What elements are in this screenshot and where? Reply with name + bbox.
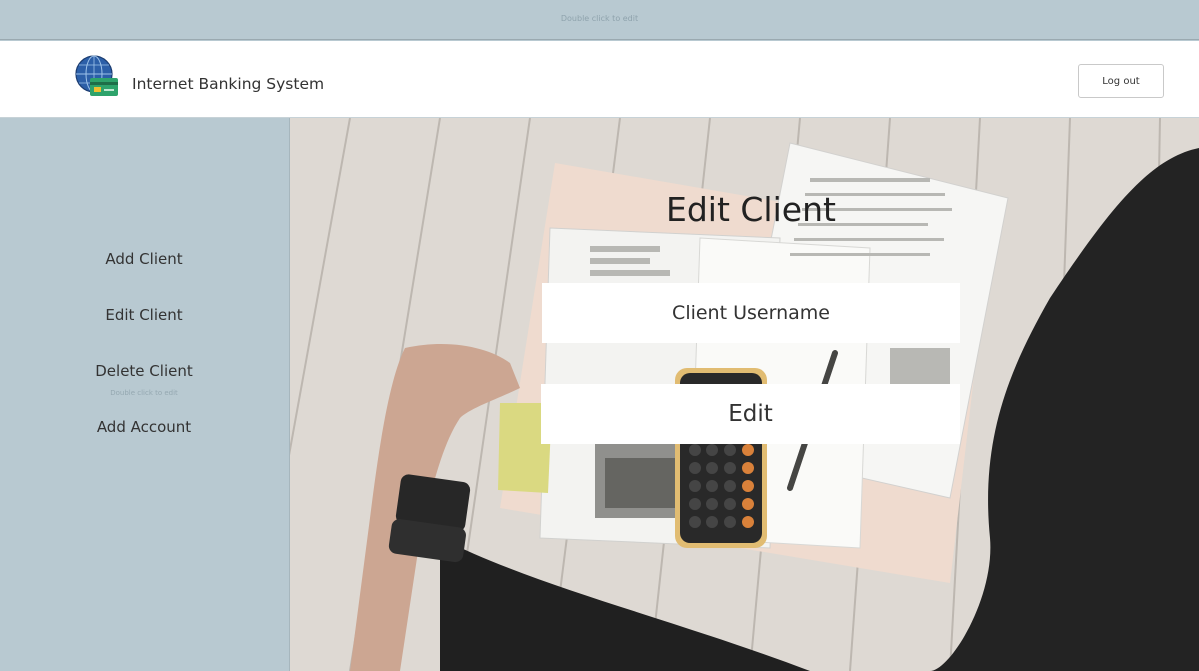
sidebar-item-edit-client[interactable]: Edit Client [0, 306, 288, 324]
edit-hint-text: Double click to edit [560, 14, 639, 23]
edit-button[interactable]: Edit [541, 384, 960, 444]
client-username-input[interactable] [542, 283, 960, 343]
sidebar: Add Client Edit Client Delete Client Dou… [0, 118, 290, 671]
app-title: Internet Banking System [132, 75, 325, 93]
page-title: Edit Client [666, 190, 836, 229]
sidebar-edit-hint: Double click to edit [110, 389, 178, 397]
bank-logo-icon [75, 55, 118, 96]
top-edit-strip: Double click to edit [0, 0, 1199, 40]
sidebar-item-delete-client[interactable]: Delete Client [0, 362, 288, 380]
sidebar-item-add-client[interactable]: Add Client [0, 250, 288, 268]
sidebar-item-add-account[interactable]: Add Account [0, 418, 288, 436]
app-header: Internet Banking System Log out [0, 41, 1199, 118]
main-content: Edit Client Edit [290, 118, 1199, 671]
logout-button[interactable]: Log out [1078, 64, 1164, 98]
